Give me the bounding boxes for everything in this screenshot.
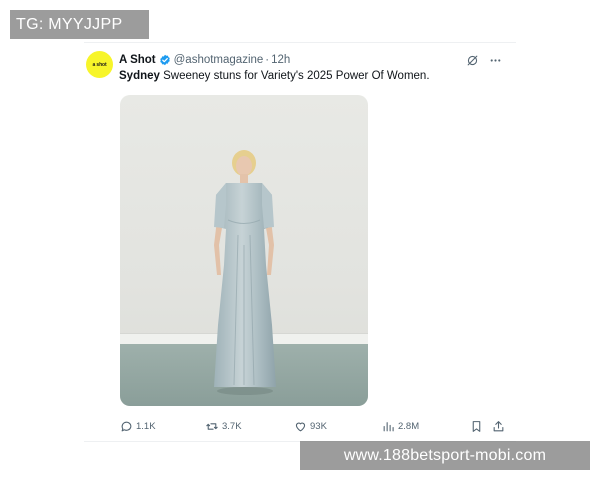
- views-count: 2.8M: [398, 420, 420, 432]
- tweet-text-body: Sweeney stuns for Variety's 2025 Power O…: [159, 70, 430, 82]
- reply-action[interactable]: 1.1K: [120, 417, 156, 435]
- share-icon: [492, 420, 505, 433]
- tweet-card[interactable]: a shot A Shot @ashotmagazine · 12h Sydne…: [84, 42, 516, 442]
- watermark-url: www.188betsport-mobi.com: [300, 441, 590, 470]
- verified-badge-icon: [159, 54, 171, 66]
- timestamp[interactable]: 12h: [271, 54, 290, 66]
- bookmark-icon: [470, 420, 483, 433]
- tweet-photo[interactable]: [120, 95, 368, 406]
- like-count: 93K: [310, 420, 327, 432]
- more-icon[interactable]: [489, 54, 502, 67]
- separator-dot: ·: [265, 54, 270, 66]
- handle[interactable]: @ashotmagazine: [174, 54, 264, 66]
- bookmark-button[interactable]: [470, 417, 483, 435]
- watermark-tag: TG: MYYJJPP: [10, 10, 149, 39]
- repost-count: 3.7K: [222, 420, 242, 432]
- display-name[interactable]: A Shot: [119, 54, 156, 66]
- heart-icon: [294, 420, 307, 433]
- reply-icon: [120, 420, 133, 433]
- photo-figure: [214, 150, 276, 395]
- tweet-text-name: Sydney: [119, 70, 160, 82]
- views-chart-icon: [382, 420, 395, 433]
- repost-icon: [205, 420, 219, 433]
- tweet-header: A Shot @ashotmagazine · 12h: [119, 54, 290, 66]
- tweet-text: Sydney Sweeney stuns for Variety's 2025 …: [119, 70, 430, 82]
- grok-icon[interactable]: [466, 54, 479, 67]
- views-action[interactable]: 2.8M: [382, 417, 419, 435]
- action-bar: 1.1K 3.7K 93K 2.8M: [120, 417, 506, 435]
- like-action[interactable]: 93K: [294, 417, 327, 435]
- repost-action[interactable]: 3.7K: [205, 417, 242, 435]
- reply-count: 1.1K: [136, 420, 156, 432]
- header-actions: [466, 54, 502, 67]
- avatar[interactable]: a shot: [86, 51, 113, 78]
- share-button[interactable]: [492, 417, 505, 435]
